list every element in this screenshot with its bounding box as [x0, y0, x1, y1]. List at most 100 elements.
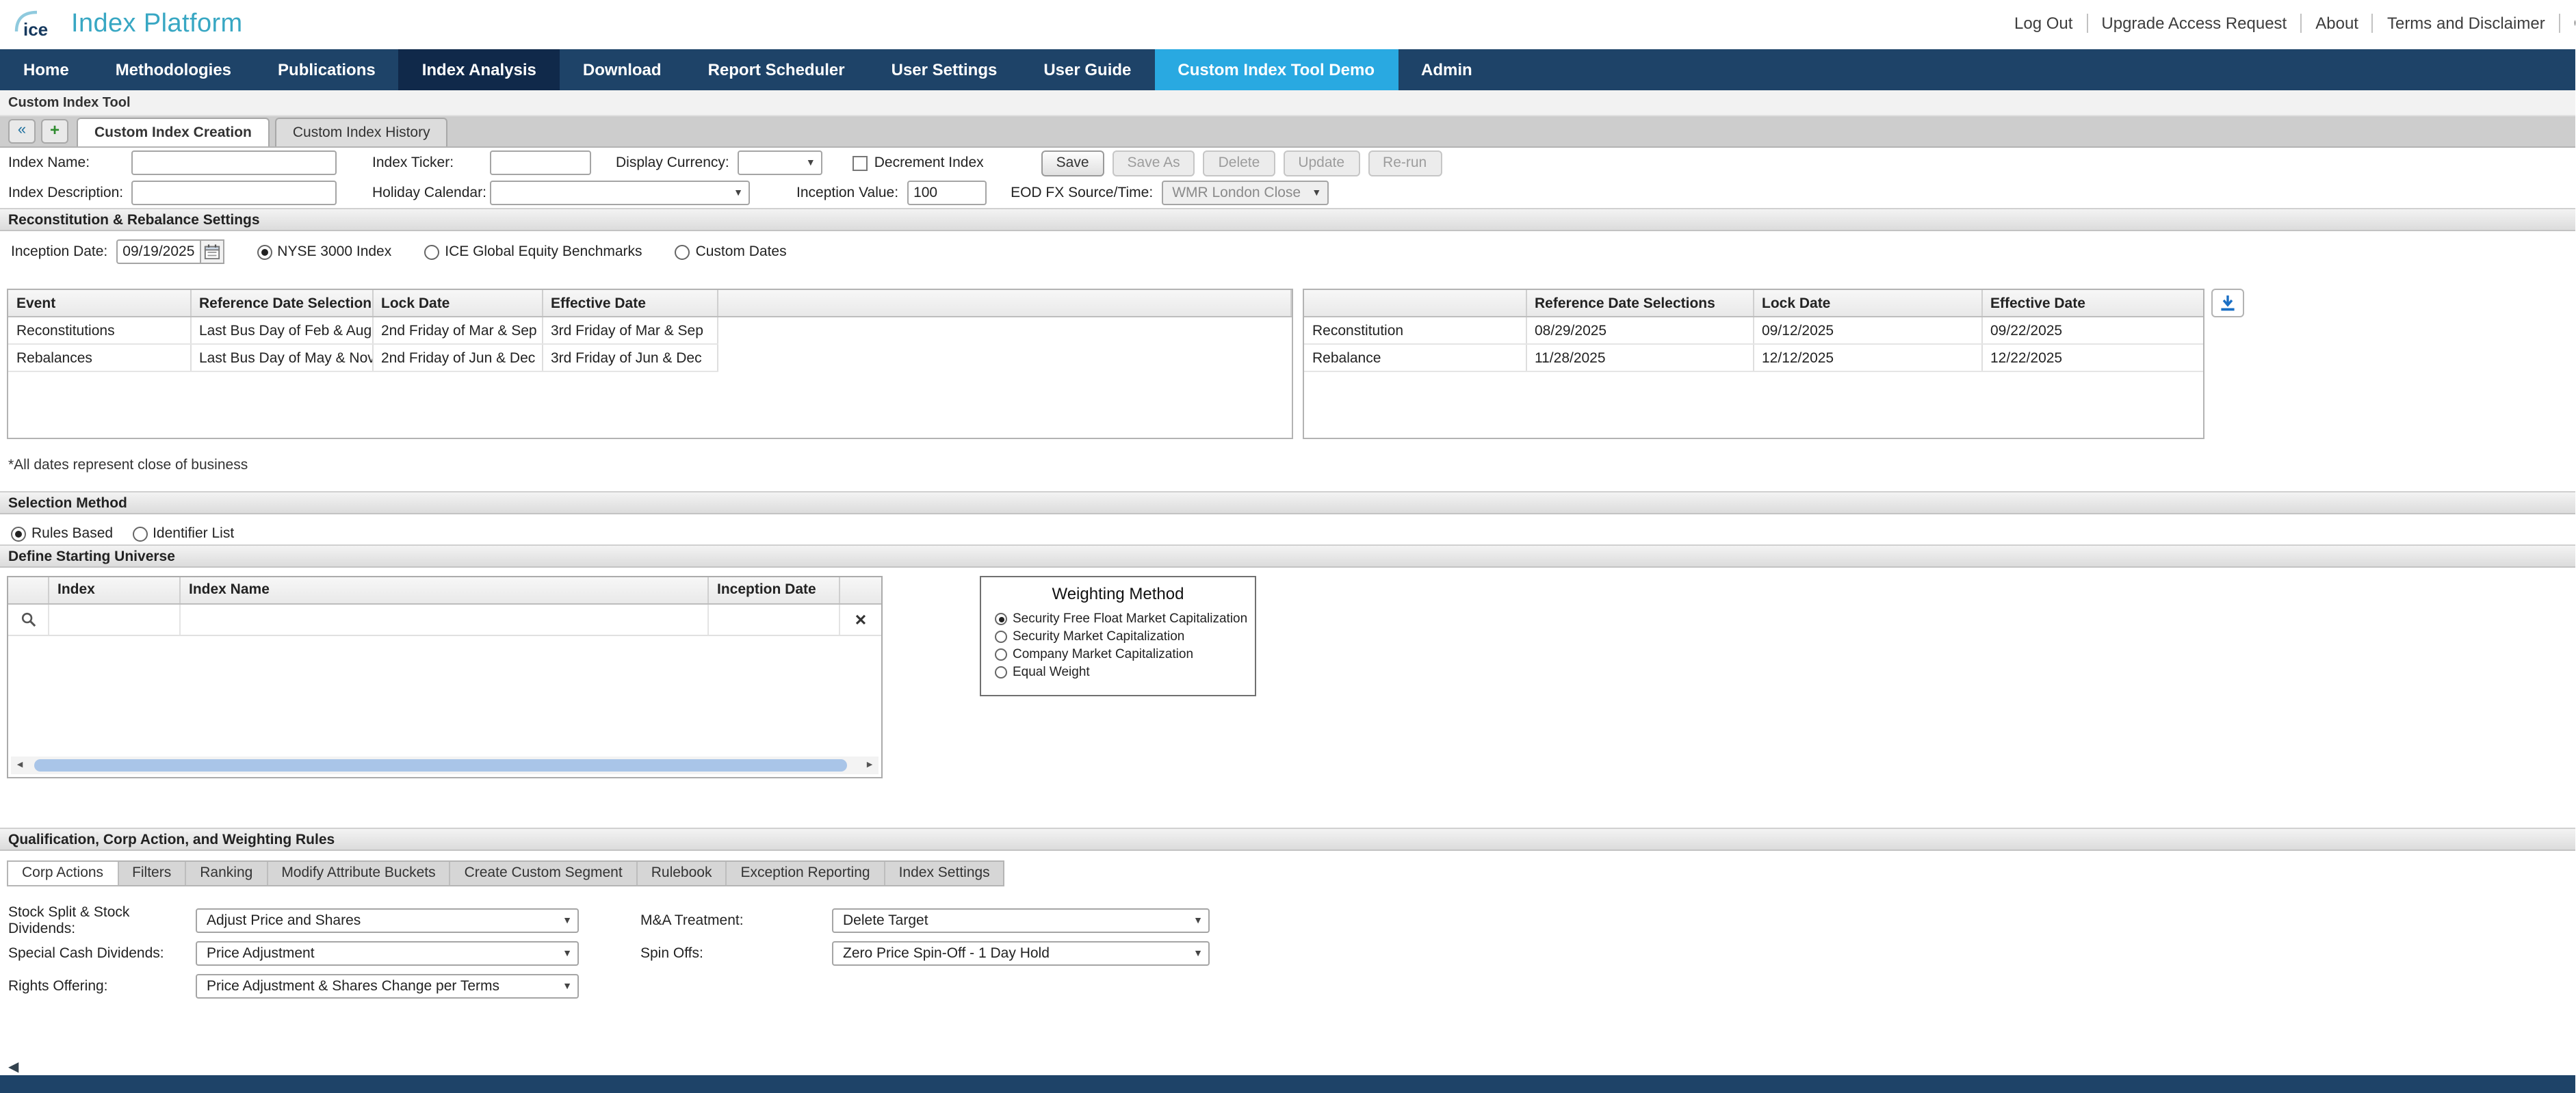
nav-index-analysis[interactable]: Index Analysis	[399, 49, 560, 90]
table-row: Rebalances Last Bus Day of May & Nov 2nd…	[8, 344, 1291, 371]
universe-header-row: Index Index Name Inception Date	[8, 577, 881, 605]
radio-security-market-cap[interactable]: Security Market Capitalization	[981, 629, 1255, 644]
radio-equal-weight[interactable]: Equal Weight	[981, 665, 1255, 680]
table-cell: Rebalance	[1304, 344, 1526, 371]
upgrade-access-link[interactable]: Upgrade Access Request	[2086, 14, 2300, 33]
tab-custom-index-history[interactable]: Custom Index History	[275, 118, 448, 146]
index-lookup-button[interactable]	[8, 605, 49, 635]
horizontal-scrollbar[interactable]: ◄ ►	[11, 756, 879, 774]
form-row-2: Index Description: Holiday Calendar: ▼ I…	[0, 178, 2575, 208]
table-cell: 09/22/2025	[1981, 317, 2204, 344]
tab-custom-index-creation[interactable]: Custom Index Creation	[77, 118, 270, 146]
logout-link[interactable]: Log Out	[2001, 14, 2086, 33]
table-cell: 12/22/2025	[1981, 344, 2204, 371]
scrollbar-track[interactable]	[29, 758, 861, 773]
ice-logo-text: ice	[23, 19, 48, 40]
col-header-blank	[1304, 290, 1526, 317]
remove-row-button[interactable]: ✕	[840, 605, 881, 635]
table-cell: Rebalances	[8, 344, 190, 371]
scroll-left-icon[interactable]: ◄	[11, 761, 29, 770]
save-as-button[interactable]: Save As	[1113, 150, 1195, 176]
nav-report-scheduler[interactable]: Report Scheduler	[685, 49, 868, 90]
tab-index-settings[interactable]: Index Settings	[885, 862, 1004, 885]
nav-methodologies[interactable]: Methodologies	[92, 49, 255, 90]
col-header-actions	[840, 577, 881, 603]
holiday-calendar-select[interactable]: ▼	[490, 181, 750, 205]
radio-identifier-list[interactable]: Identifier List	[132, 525, 234, 542]
custom-index-tool-page: ice Index Platform Log OutUpgrade Access…	[0, 0, 2575, 1093]
spin-offs-select[interactable]: Zero Price Spin-Off - 1 Day Hold ▼	[832, 941, 1210, 966]
nav-user-guide[interactable]: User Guide	[1020, 49, 1154, 90]
chevron-down-icon: ▼	[806, 158, 816, 168]
radio-company-market-cap[interactable]: Company Market Capitalization	[981, 647, 1255, 662]
rights-offering-select[interactable]: Price Adjustment & Shares Change per Ter…	[196, 974, 579, 999]
index-name-input[interactable]	[131, 150, 337, 175]
table-cell: 3rd Friday of Jun & Dec	[542, 344, 717, 371]
selection-method-options: Rules Based Identifier List	[0, 521, 267, 546]
close-icon: ✕	[855, 611, 867, 629]
radio-rules-based[interactable]: Rules Based	[11, 525, 113, 542]
universe-index-cell[interactable]	[49, 605, 181, 635]
add-tab-button[interactable]: +	[41, 119, 68, 144]
inception-date-input[interactable]	[116, 239, 200, 264]
tab-modify-attribute-buckets[interactable]: Modify Attribute Buckets	[268, 862, 450, 885]
delete-button[interactable]: Delete	[1204, 150, 1275, 176]
index-ticker-label: Index Ticker:	[372, 155, 490, 171]
nav-download[interactable]: Download	[560, 49, 685, 90]
tab-rulebook[interactable]: Rulebook	[638, 862, 727, 885]
about-link[interactable]: About	[2300, 14, 2372, 33]
holiday-calendar-label: Holiday Calendar:	[372, 185, 490, 201]
save-button[interactable]: Save	[1041, 150, 1104, 176]
nav-user-settings[interactable]: User Settings	[868, 49, 1021, 90]
rights-offering-value: Price Adjustment & Shares Change per Ter…	[207, 978, 499, 995]
decrement-index-checkbox[interactable]	[853, 155, 868, 170]
nav-home[interactable]: Home	[0, 49, 92, 90]
computed-dates-table: Reference Date Selections Lock Date Effe…	[1303, 289, 2204, 439]
tab-create-custom-segment[interactable]: Create Custom Segment	[451, 862, 638, 885]
rerun-button[interactable]: Re-run	[1368, 150, 1442, 176]
ma-treatment-select[interactable]: Delete Target ▼	[832, 908, 1210, 933]
download-button[interactable]	[2211, 289, 2244, 317]
special-cash-dividends-label: Special Cash Dividends:	[8, 945, 196, 962]
table-row: Reconstitution 08/29/2025 09/12/2025 09/…	[1304, 317, 2204, 344]
table-row: Reconstitutions Last Bus Day of Feb & Au…	[8, 317, 1291, 344]
rebalance-schedule-table: Event Reference Date Selections Lock Dat…	[7, 289, 1293, 439]
radio-custom-dates[interactable]: Custom Dates	[675, 243, 787, 260]
eod-fx-value: WMR London Close	[1172, 185, 1301, 201]
table-cell	[717, 344, 1291, 371]
radio-security-free-float-market-cap[interactable]: Security Free Float Market Capitalizatio…	[981, 611, 1255, 627]
collapse-left-icon[interactable]: ◀	[8, 1060, 18, 1075]
radio-label: Rules Based	[31, 525, 113, 542]
scrollbar-thumb[interactable]	[34, 759, 847, 772]
stock-split-select[interactable]: Adjust Price and Shares ▼	[196, 908, 579, 933]
calendar-icon[interactable]	[200, 239, 224, 264]
nav-admin[interactable]: Admin	[1398, 49, 1496, 90]
radio-label: Security Market Capitalization	[1013, 629, 1184, 644]
table-cell: 2nd Friday of Jun & Dec	[372, 344, 542, 371]
tab-exception-reporting[interactable]: Exception Reporting	[727, 862, 885, 885]
nav-publications[interactable]: Publications	[255, 49, 399, 90]
table-header-row: Reference Date Selections Lock Date Effe…	[1304, 290, 2204, 317]
tab-filters[interactable]: Filters	[118, 862, 186, 885]
update-button[interactable]: Update	[1283, 150, 1359, 176]
index-description-input[interactable]	[131, 181, 337, 205]
special-cash-dividends-select[interactable]: Price Adjustment ▼	[196, 941, 579, 966]
col-header-inception-date: Inception Date	[709, 577, 840, 603]
footer-bar	[0, 1075, 2575, 1093]
previous-tabs-button[interactable]: «	[8, 119, 36, 144]
terms-link[interactable]: Terms and Disclaimer	[2372, 14, 2559, 33]
radio-nyse-3000-index[interactable]: NYSE 3000 Index	[257, 243, 391, 260]
radio-button-icon	[257, 244, 272, 259]
radio-label: Equal Weight	[1013, 665, 1090, 680]
decrement-index-label: Decrement Index	[874, 155, 984, 171]
eod-fx-select[interactable]: WMR London Close ▼	[1161, 181, 1328, 205]
scroll-right-icon[interactable]: ►	[861, 761, 879, 770]
inception-value-input[interactable]	[907, 181, 986, 205]
radio-ice-global-equity-benchmarks[interactable]: ICE Global Equity Benchmarks	[424, 243, 642, 260]
contact-link[interactable]: Contact Us	[2559, 14, 2575, 33]
display-currency-select[interactable]: ▼	[738, 150, 822, 175]
tab-ranking[interactable]: Ranking	[186, 862, 268, 885]
tab-corp-actions[interactable]: Corp Actions	[8, 862, 118, 885]
index-ticker-input[interactable]	[490, 150, 591, 175]
nav-custom-index-tool-demo[interactable]: Custom Index Tool Demo	[1154, 49, 1398, 90]
